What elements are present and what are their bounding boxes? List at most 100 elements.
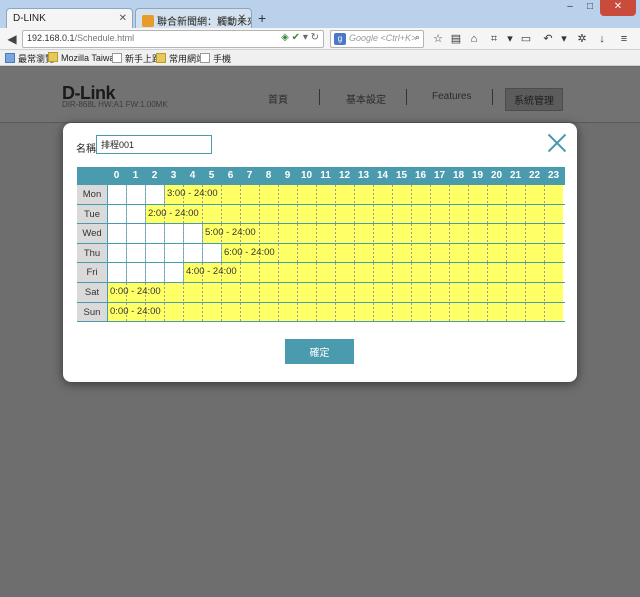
url-host: 192.168.0.1 [27,33,75,43]
new-tab-button[interactable]: + [258,10,266,26]
hour-cells[interactable]: 0:00 - 24:00 [107,302,563,322]
bookmarks-list-icon[interactable]: ▤ [448,31,464,47]
home-icon[interactable]: ⌂ [466,31,482,47]
download-icon[interactable]: ↓ [594,31,610,47]
menu-management[interactable]: 系統管理 [505,88,563,111]
hour-divider [316,263,317,282]
hour-cells[interactable]: 2:00 - 24:00 [107,204,563,224]
hour-divider [183,224,184,243]
tab-close-icon[interactable]: ✕ [238,13,246,24]
crop-tool-icon[interactable]: ⌗ [486,31,502,47]
hour-divider [430,263,431,282]
bookmark-mobile[interactable]: 手機 [200,52,231,65]
udn-favicon-icon [142,15,154,27]
schedule-dialog: 名稱 0123456789101112131415161718192021222… [63,123,577,382]
hour-divider [506,185,507,204]
close-icon[interactable] [547,133,567,153]
tab-close-icon[interactable]: ✕ [119,13,127,24]
hour-divider [525,302,526,322]
hour-divider [449,224,450,243]
hour-divider [240,204,241,224]
hour-divider [164,243,165,263]
dropdown-arrow-icon[interactable]: ▾ [502,31,518,47]
hour-divider [430,224,431,243]
hour-divider [544,224,545,243]
hour-divider [164,302,165,322]
schedule-time-bar[interactable] [165,185,563,204]
hour-divider [221,283,222,302]
hour-divider [297,224,298,243]
hour-divider [126,243,127,263]
hour-divider [278,224,279,243]
bookmark-common-sites[interactable]: 常用網站 [156,52,205,65]
hour-cells[interactable]: 5:00 - 24:00 [107,224,563,243]
hour-divider [354,283,355,302]
url-bar[interactable]: 192.168.0.1/Schedule.html ◈ ✔ ▾ ↻ [22,30,324,48]
hour-divider [411,302,412,322]
menu-basic-settings[interactable]: 基本設定 [346,91,386,106]
hour-divider [183,243,184,263]
hour-divider [354,263,355,282]
hour-divider [487,302,488,322]
hour-divider [411,263,412,282]
hour-divider [145,243,146,263]
bookmark-mozilla-taiwan[interactable]: Mozilla Taiwan [48,52,119,63]
hour-divider [259,204,260,224]
menu-hamburger-icon[interactable]: ≡ [616,31,632,47]
hour-divider [259,185,260,204]
tab-dlink[interactable]: D-LINK ✕ [6,8,133,28]
chat-icon[interactable]: ▭ [518,31,534,47]
hour-divider [525,185,526,204]
menu-features[interactable]: Features [432,91,471,102]
hour-divider [468,204,469,224]
dropdown-arrow-icon[interactable]: ▾ [556,31,572,47]
hour-divider [259,302,260,322]
hour-label: 16 [414,170,427,181]
window-close-icon[interactable]: ✕ [600,0,636,16]
hour-divider [221,185,222,204]
hour-cells[interactable]: 6:00 - 24:00 [107,243,563,263]
minimize-icon[interactable]: – [560,0,580,16]
menu-divider [492,89,493,105]
hour-divider [468,263,469,282]
schedule-name-input[interactable] [96,135,212,154]
page-status-icons[interactable]: ◈ ✔ ▾ ↻ [281,32,319,43]
hour-divider [183,283,184,302]
hour-label: 10 [300,170,313,181]
tab-udn[interactable]: 聯合新聞網：觸動未來 新... ✕ [135,8,252,28]
tab-title: D-LINK [13,13,46,24]
hour-divider [278,302,279,322]
hour-divider [335,185,336,204]
hour-divider [544,263,545,282]
hour-label: 1 [132,170,139,181]
undo-icon[interactable]: ↶ [540,31,556,47]
hour-divider [316,204,317,224]
hour-cells[interactable]: 0:00 - 24:00 [107,283,563,302]
bookmark-most-visited[interactable]: 最常瀏覽 [5,52,54,65]
schedule-time-label: 5:00 - 24:00 [205,227,256,239]
hour-divider [297,283,298,302]
schedule-time-label: 4:00 - 24:00 [186,266,237,278]
menu-divider [319,89,320,105]
hour-divider [430,185,431,204]
addon-gear-icon[interactable]: ✲ [574,31,590,47]
google-search-engine-icon[interactable]: g [334,33,346,45]
maximize-icon[interactable]: □ [580,0,600,16]
bookmark-getting-started[interactable]: 新手上路 [112,52,161,65]
hour-cells[interactable]: 3:00 - 24:00 [107,185,563,204]
bookmark-star-icon[interactable]: ☆ [430,31,446,47]
menu-home[interactable]: 首頁 [268,91,288,106]
back-arrow-icon[interactable]: ◀ [4,31,20,47]
hour-cells[interactable]: 4:00 - 24:00 [107,263,563,282]
hour-divider [278,185,279,204]
hour-label: 3 [170,170,177,181]
search-icon[interactable]: ⌕ [415,32,420,43]
day-label: Tue [77,204,107,224]
ok-button[interactable]: 確定 [285,339,354,364]
schedule-time-bar[interactable] [203,224,563,243]
hour-header: 0 1 2 3 4 5 6 7 8 9 10 11 12 13 14 15 16 17 18 19 20 21 22 23 [77,167,565,185]
schedule-row: Sun 0:00 - 24:00 [77,302,565,323]
hour-label: 19 [471,170,484,181]
hour-label: 22 [528,170,541,181]
search-input[interactable]: g Google <Ctrl+K> ⌕ [330,30,424,48]
